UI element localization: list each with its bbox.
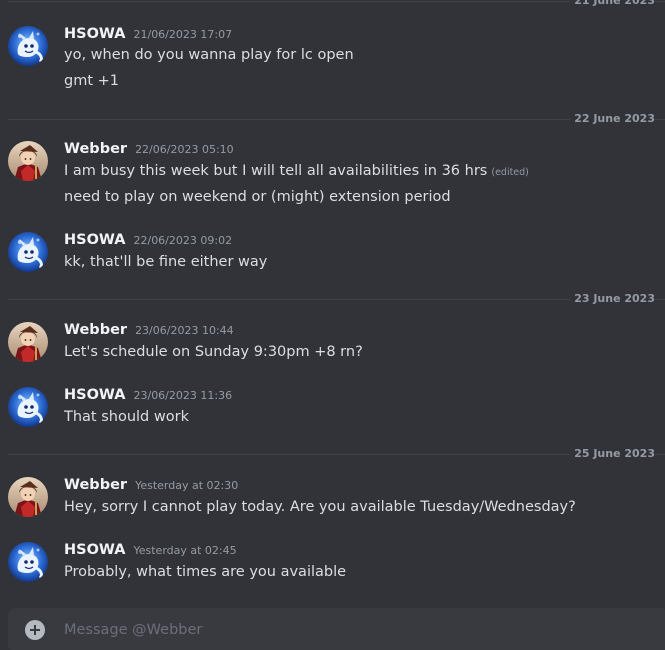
date-divider: 23 June 2023 [8, 292, 665, 306]
author-name[interactable]: HSOWA [64, 540, 125, 560]
plus-circle-icon[interactable] [25, 620, 45, 640]
message-text-line: I am busy this week but I will tell all … [64, 160, 529, 184]
date-divider-label: 25 June 2023 [570, 447, 655, 461]
avatar-webber[interactable] [8, 477, 48, 517]
avatar-hsowa[interactable] [8, 387, 48, 427]
message-timestamp[interactable]: 23/06/2023 10:44 [135, 321, 234, 341]
avatar-hsowa[interactable] [8, 542, 48, 582]
anime-character-avatar-icon [8, 477, 48, 517]
message-input[interactable] [64, 608, 654, 650]
date-divider-label: 22 June 2023 [570, 112, 655, 126]
message-header: HSOWA 22/06/2023 09:02 [64, 230, 232, 250]
blue-dragon-avatar-icon [8, 232, 48, 272]
message-text: gmt +1 [64, 73, 119, 89]
dm-chat-view: 21 June 2023 22 June 2023 23 June 2023 2… [0, 0, 665, 650]
avatar-webber[interactable] [8, 141, 48, 181]
message-composer [8, 608, 665, 650]
message-text: Probably, what times are you available [64, 564, 347, 580]
avatar-webber[interactable] [8, 322, 48, 362]
message-header: HSOWA 21/06/2023 17:07 [64, 24, 232, 44]
message-text: need to play on weekend or (might) exten… [64, 189, 451, 205]
date-divider: 21 June 2023 [8, 0, 665, 8]
message-timestamp[interactable]: 23/06/2023 11:36 [133, 386, 232, 406]
anime-character-avatar-icon [8, 141, 48, 181]
blue-dragon-avatar-icon [8, 387, 48, 427]
date-divider: 25 June 2023 [8, 447, 665, 461]
message-header: Webber 23/06/2023 10:44 [64, 320, 234, 340]
author-name[interactable]: HSOWA [64, 24, 125, 44]
message-timestamp[interactable]: Yesterday at 02:30 [135, 476, 238, 496]
message-text: Hey, sorry I cannot play today. Are you … [64, 499, 576, 515]
anime-character-avatar-icon [8, 322, 48, 362]
date-divider: 22 June 2023 [8, 112, 665, 126]
date-divider-label: 23 June 2023 [570, 292, 655, 306]
message-timestamp[interactable]: 22/06/2023 09:02 [133, 231, 232, 251]
message-timestamp[interactable]: Yesterday at 02:45 [133, 541, 236, 561]
author-name[interactable]: Webber [64, 320, 127, 340]
blue-dragon-avatar-icon [8, 26, 48, 66]
author-name[interactable]: Webber [64, 139, 127, 159]
message-header: HSOWA 23/06/2023 11:36 [64, 385, 232, 405]
date-divider-label: 21 June 2023 [570, 0, 655, 8]
message-header: Webber 22/06/2023 05:10 [64, 139, 234, 159]
message-header: HSOWA Yesterday at 02:45 [64, 540, 237, 560]
message-text: Let's schedule on Sunday 9:30pm +8 rn? [64, 344, 363, 360]
avatar-hsowa[interactable] [8, 26, 48, 66]
message-header: Webber Yesterday at 02:30 [64, 475, 238, 495]
avatar-hsowa[interactable] [8, 232, 48, 272]
message-text: yo, when do you wanna play for lc open [64, 47, 354, 63]
blue-dragon-avatar-icon [8, 542, 48, 582]
author-name[interactable]: HSOWA [64, 385, 125, 405]
author-name[interactable]: Webber [64, 475, 127, 495]
author-name[interactable]: HSOWA [64, 230, 125, 250]
message-timestamp[interactable]: 22/06/2023 05:10 [135, 140, 234, 160]
message-text: kk, that'll be fine either way [64, 254, 268, 270]
message-timestamp[interactable]: 21/06/2023 17:07 [133, 25, 232, 45]
edited-indicator: (edited) [491, 167, 529, 178]
message-text: I am busy this week but I will tell all … [64, 163, 488, 179]
message-text: That should work [64, 409, 189, 425]
